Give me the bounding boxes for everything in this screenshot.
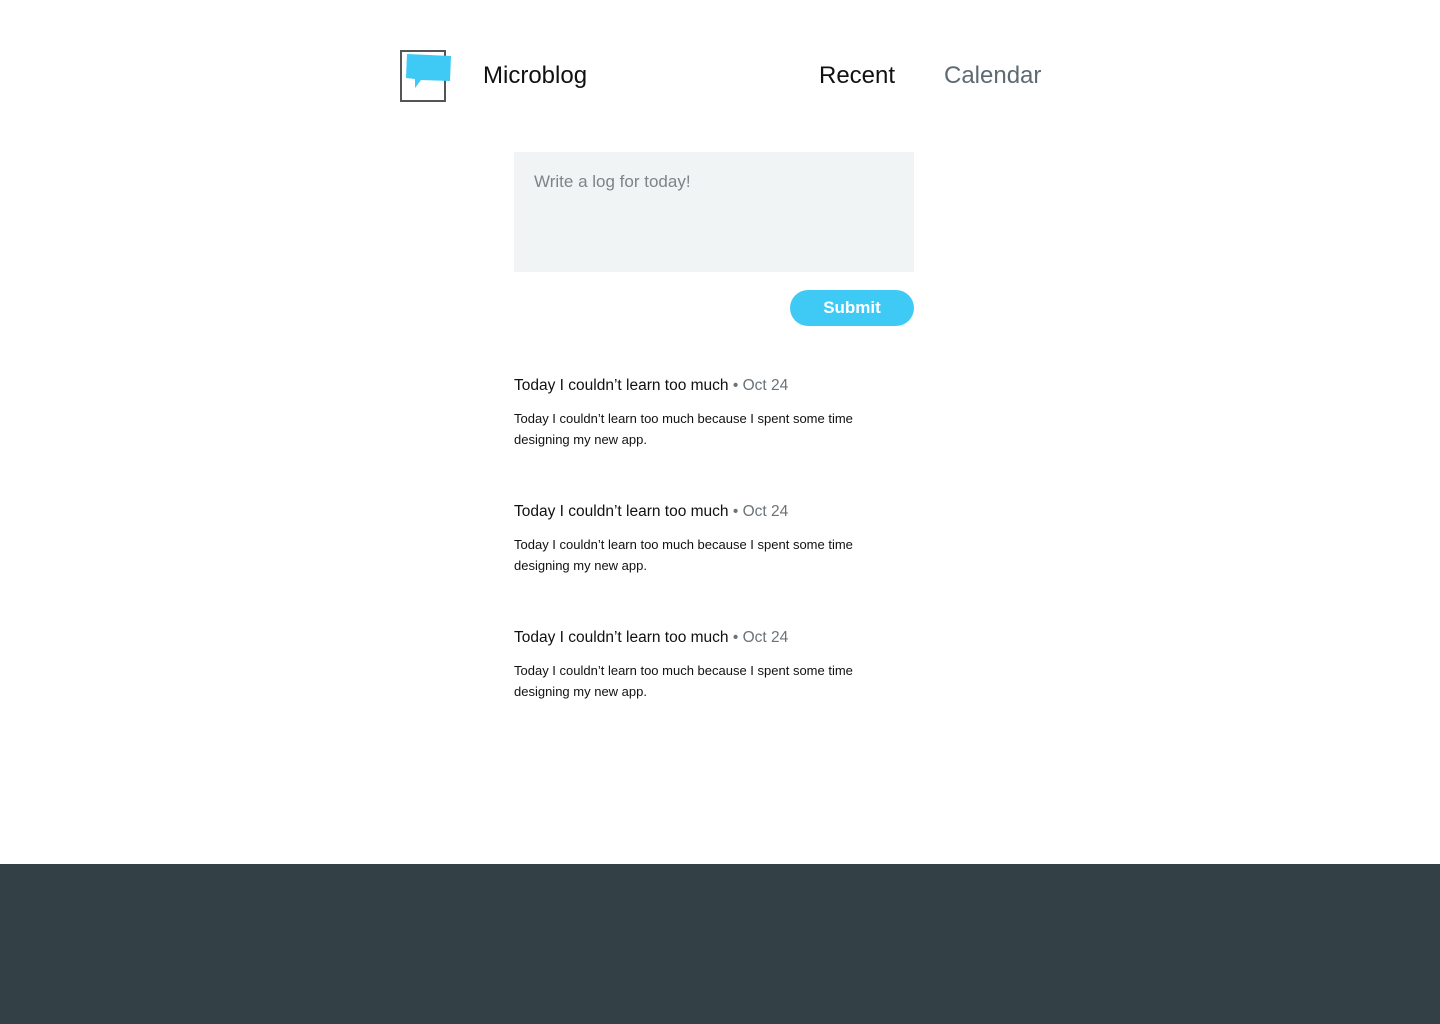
post-separator: • <box>732 377 739 394</box>
post-title[interactable]: Today I couldn’t learn too much <box>514 629 729 646</box>
post-item: Today I couldn’t learn too much • Oct 24… <box>514 374 914 500</box>
post-title[interactable]: Today I couldn’t learn too much <box>514 503 729 520</box>
log-input[interactable] <box>514 152 914 272</box>
page: Microblog Recent Calendar Submit Today I… <box>0 0 1440 1024</box>
nav-recent[interactable]: Recent <box>819 60 895 92</box>
post-body: Today I couldn’t learn too much because … <box>514 537 853 573</box>
post-header: Today I couldn’t learn too much • Oct 24 <box>514 374 914 398</box>
footer <box>0 864 1440 1024</box>
post-item: Today I couldn’t learn too much • Oct 24… <box>514 500 914 626</box>
submit-button[interactable]: Submit <box>790 290 914 326</box>
post-date: Oct 24 <box>742 503 789 520</box>
speech-bubble-icon[interactable] <box>400 50 454 104</box>
post-date: Oct 24 <box>742 377 789 394</box>
header: Microblog Recent Calendar <box>400 40 1041 110</box>
post-title[interactable]: Today I couldn’t learn too much <box>514 377 729 394</box>
post-separator: • <box>732 503 739 520</box>
post-body: Today I couldn’t learn too much because … <box>514 663 853 699</box>
post-item: Today I couldn’t learn too much • Oct 24… <box>514 626 914 752</box>
post-header: Today I couldn’t learn too much • Oct 24 <box>514 500 914 524</box>
post-list: Today I couldn’t learn too much • Oct 24… <box>514 374 914 752</box>
post-body: Today I couldn’t learn too much because … <box>514 411 853 447</box>
post-separator: • <box>732 629 739 646</box>
post-date: Oct 24 <box>742 629 789 646</box>
brand-title[interactable]: Microblog <box>483 60 587 92</box>
nav-calendar[interactable]: Calendar <box>944 60 1041 92</box>
post-header: Today I couldn’t learn too much • Oct 24 <box>514 626 914 650</box>
